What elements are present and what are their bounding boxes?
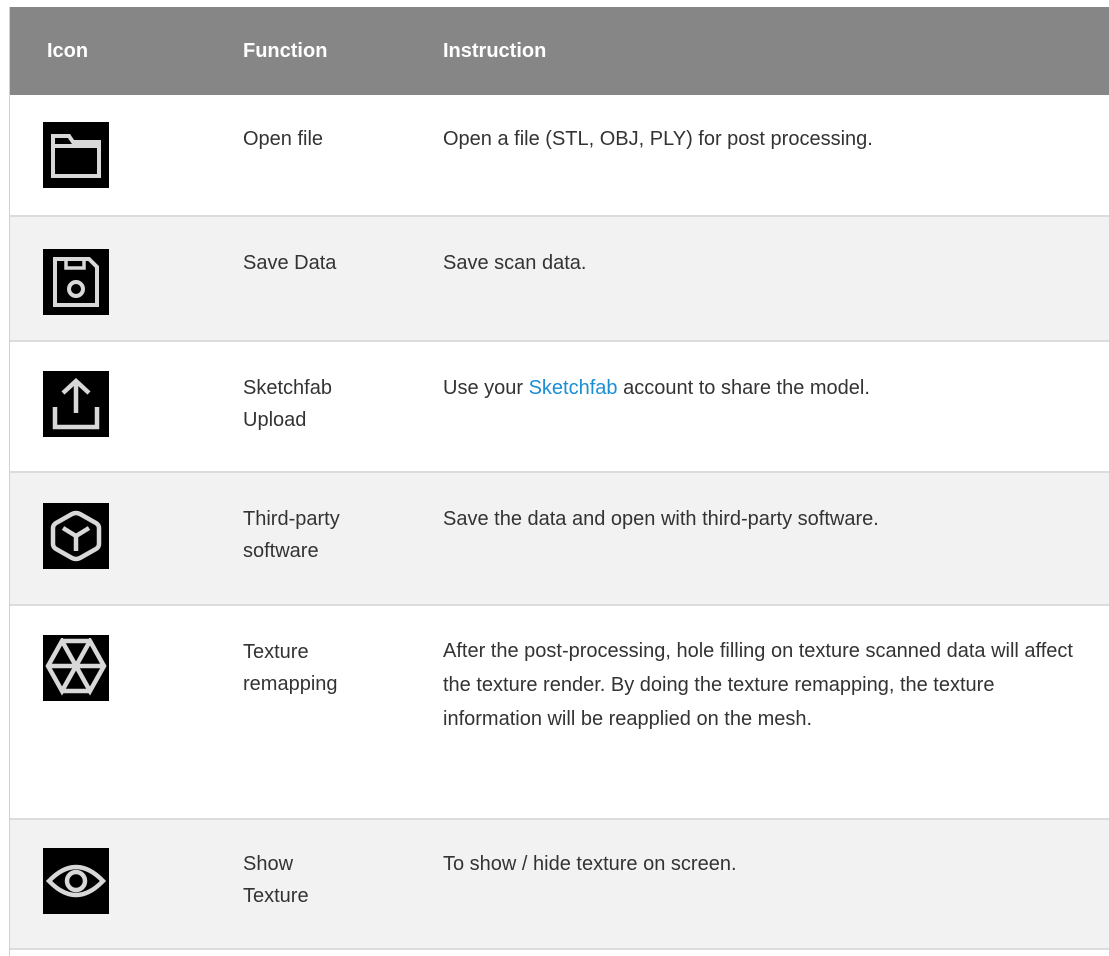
header-instruction: Instruction: [443, 39, 547, 62]
header-icon: Icon: [47, 39, 89, 62]
instruction-text: Open a file (STL, OBJ, PLY) for post pro…: [443, 128, 873, 150]
instruction-text: Save scan data.: [443, 252, 587, 274]
eye-icon[interactable]: [43, 848, 109, 914]
table-header-row: Icon Function Instruction: [10, 7, 1109, 95]
table-row: Texture remapping After the post-process…: [10, 605, 1109, 819]
function-label: Texture: [243, 641, 309, 663]
sketchfab-link[interactable]: Sketchfab: [529, 377, 618, 399]
function-table-container: Icon Function Instruction Open file Open…: [9, 7, 1109, 956]
instruction-text: Use your: [443, 377, 529, 399]
instruction-text: After the post-processing, hole filling …: [443, 640, 1073, 730]
function-table: Icon Function Instruction Open file Open…: [10, 7, 1109, 950]
instruction-text: account to share the model.: [617, 377, 870, 399]
function-label: software: [243, 540, 319, 562]
texture-remap-icon[interactable]: [43, 635, 109, 701]
header-function: Function: [243, 39, 328, 62]
table-row: Third-party software Save the data and o…: [10, 472, 1109, 605]
table-row: Save Data Save scan data.: [10, 216, 1109, 341]
table-row: Sketchfab Upload Use your Sketchfab acco…: [10, 341, 1109, 472]
floppy-disk-icon[interactable]: [43, 249, 109, 315]
function-label: Show: [243, 853, 294, 875]
folder-icon[interactable]: [43, 122, 109, 188]
instruction-text: To show / hide texture on screen.: [443, 853, 737, 875]
function-label: Upload: [243, 409, 307, 431]
function-label: Open file: [243, 128, 324, 150]
function-label: remapping: [243, 673, 338, 695]
instruction-text: Save the data and open with third-party …: [443, 508, 879, 530]
cube-icon[interactable]: [43, 503, 109, 569]
upload-icon[interactable]: [43, 371, 109, 437]
table-row: Show Texture To show / hide texture on s…: [10, 819, 1109, 949]
function-label: Save Data: [243, 252, 337, 274]
function-label: Third-party: [243, 508, 340, 530]
function-label: Sketchfab: [243, 377, 332, 399]
table-row: Open file Open a file (STL, OBJ, PLY) fo…: [10, 95, 1109, 216]
function-label: Texture: [243, 885, 309, 907]
